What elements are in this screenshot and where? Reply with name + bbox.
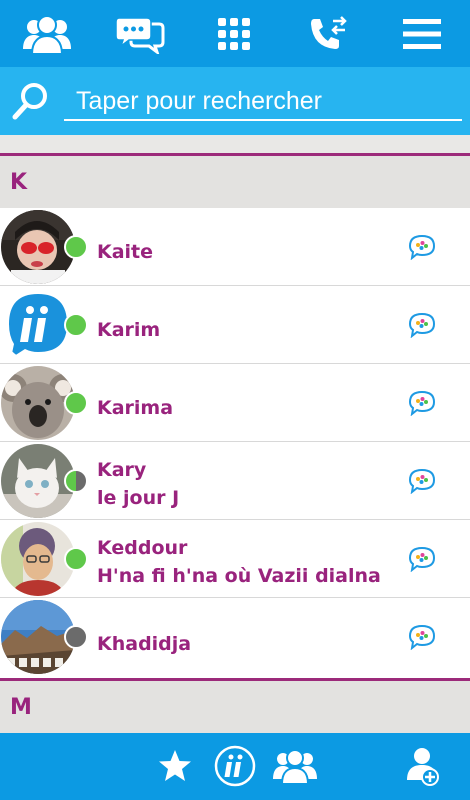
group-icon xyxy=(273,749,317,785)
call-log-tab[interactable] xyxy=(298,8,358,60)
star-icon xyxy=(159,750,191,781)
bottom-nav-bar xyxy=(0,733,470,800)
contact-status: le jour J xyxy=(97,487,180,509)
section-header-k: K xyxy=(0,153,470,208)
section-header-m: M xyxy=(0,678,470,733)
contact-name: Khadidja xyxy=(97,633,192,655)
menu-icon xyxy=(403,19,441,49)
contact-status: H'na fi h'na où Vazii dialna xyxy=(97,565,381,587)
chat-icon[interactable] xyxy=(408,312,436,338)
presence-online-indicator xyxy=(64,391,88,415)
contact-name: Keddour xyxy=(97,537,188,559)
contact-row-kary[interactable]: Kary le jour J xyxy=(0,442,470,520)
contacts-icon xyxy=(23,15,71,55)
contact-row-kaite[interactable]: Kaite xyxy=(0,208,470,286)
chat-bubbles-icon xyxy=(115,17,165,54)
contact-name: Kaite xyxy=(97,241,154,263)
add-contact-button[interactable] xyxy=(398,741,448,791)
contact-name: Karima xyxy=(97,397,174,419)
add-contact-icon xyxy=(407,748,439,786)
search-input[interactable] xyxy=(64,83,462,121)
contacts-tab[interactable] xyxy=(17,8,77,60)
presence-offline-indicator xyxy=(64,625,88,649)
app-logo-icon xyxy=(214,745,256,787)
chats-tab[interactable] xyxy=(110,8,170,60)
search-icon[interactable] xyxy=(12,81,50,121)
section-letter: K xyxy=(10,170,28,195)
chat-icon[interactable] xyxy=(408,390,436,416)
contact-row-keddour[interactable]: Keddour H'na fi h'na où Vazii dialna xyxy=(0,520,470,598)
contact-row-karim[interactable]: Karim xyxy=(0,286,470,364)
menu-button[interactable] xyxy=(392,8,452,60)
chat-icon[interactable] xyxy=(408,468,436,494)
top-nav-bar xyxy=(0,0,470,67)
presence-online-indicator xyxy=(64,313,88,337)
presence-online-indicator xyxy=(64,235,88,259)
chat-icon[interactable] xyxy=(408,624,436,650)
chat-icon[interactable] xyxy=(408,546,436,572)
app-logo-button[interactable] xyxy=(210,741,260,791)
search-bar xyxy=(0,67,470,135)
contact-row-khadidja[interactable]: Khadidja xyxy=(0,598,470,676)
favorites-button[interactable] xyxy=(150,741,200,791)
list-top-spacer xyxy=(0,135,470,153)
dialpad-tab[interactable] xyxy=(204,8,264,60)
dialpad-icon xyxy=(218,18,250,50)
presence-partial-indicator xyxy=(64,469,88,493)
groups-button[interactable] xyxy=(270,741,320,791)
call-log-icon xyxy=(311,16,347,49)
contact-name: Karim xyxy=(97,319,161,341)
contact-row-karima[interactable]: Karima xyxy=(0,364,470,442)
presence-online-indicator xyxy=(64,547,88,571)
contact-name: Kary xyxy=(97,459,147,481)
section-letter: M xyxy=(10,695,32,720)
chat-icon[interactable] xyxy=(408,234,436,260)
